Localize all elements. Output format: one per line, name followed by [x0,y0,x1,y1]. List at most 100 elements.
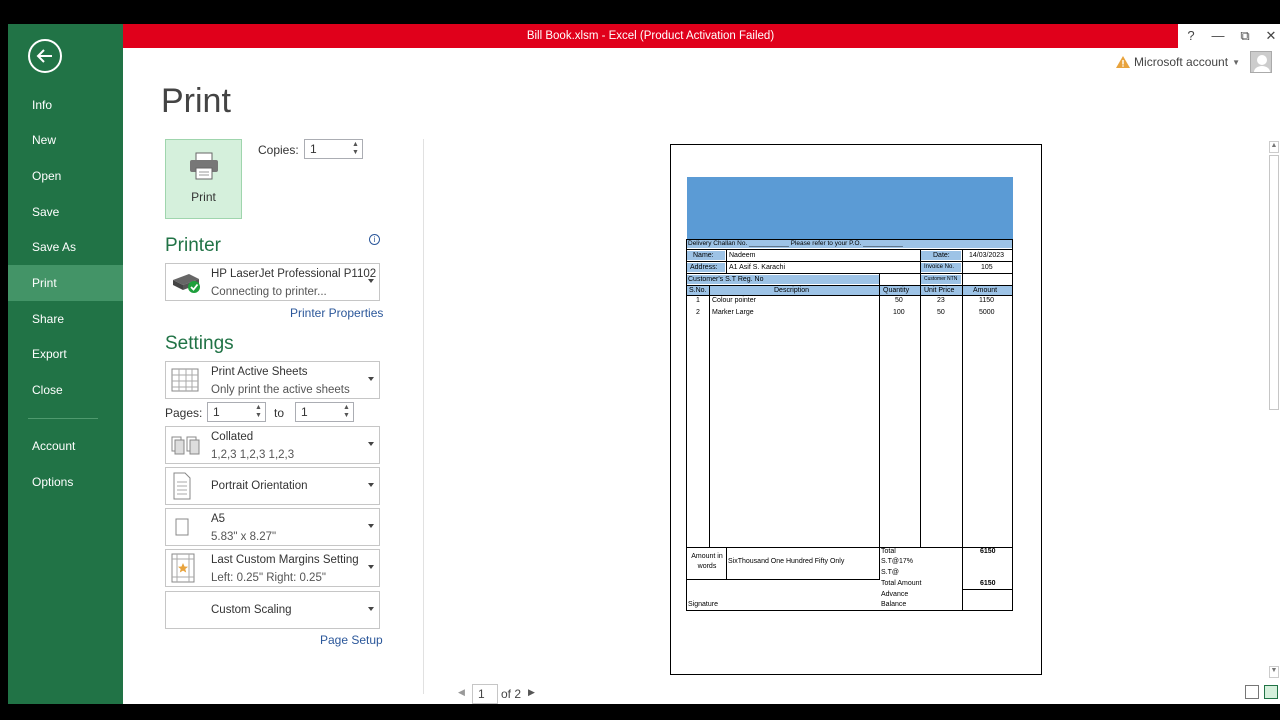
close-window-button[interactable]: ✕ [1259,24,1280,48]
sidebar-item-share[interactable]: Share [8,301,123,337]
copies-stepper[interactable]: 1 ▲ ▼ [304,139,363,159]
spin-down-icon[interactable]: ▼ [343,412,351,420]
invoice-border [686,579,880,580]
sidebar-item-print[interactable]: Print [8,265,123,301]
orientation-select[interactable]: Portrait Orientation [165,467,380,505]
page-total-label: of 2 [501,687,522,701]
avatar[interactable] [1250,51,1272,73]
sidebar-item-close[interactable]: Close [8,372,123,408]
page-setup-link[interactable]: Page Setup [320,633,383,647]
invoice-total-label: Total [881,548,896,555]
invoice-row-qty: 100 [893,309,905,316]
sidebar-item-export[interactable]: Export [8,336,123,372]
invoice-row-sno: 1 [696,297,700,304]
printer-status-icon [173,274,200,293]
pages-to-stepper[interactable]: 1 ▲ ▼ [295,402,354,422]
invoice-border [686,610,1013,611]
invoice-col-description: Description [774,287,810,294]
sidebar-item-account[interactable]: Account [8,428,123,464]
invoice-st-reg-label: Customer's S.T Reg. No [688,276,764,283]
print-button[interactable]: Print [165,139,242,219]
chevron-down-icon [368,524,374,528]
paper-size-sub: 5.83" x 8.27" [211,531,277,543]
invoice-border [920,249,921,285]
invoice-border [686,261,1013,262]
margins-sub: Left: 0.25" Right: 0.25" [211,572,326,584]
printer-select[interactable]: HP LaserJet Professional P1102 Connectin… [165,263,380,301]
spin-down-icon[interactable]: ▼ [352,149,360,157]
collation-select[interactable]: Collated 1,2,3 1,2,3 1,2,3 [165,426,380,464]
invoice-row-amount: 1150 [979,297,995,304]
pages-from-stepper[interactable]: 1 ▲ ▼ [207,402,266,422]
preview-scrollbar[interactable]: ▲ ▼ [1268,141,1280,678]
invoice-border [962,249,963,610]
print-preview-page: Delivery Challan No. ___________ Please … [670,144,1042,675]
zoom-to-page-icon[interactable] [1264,685,1278,699]
restore-button[interactable]: ⧉ [1233,24,1257,48]
printer-properties-link[interactable]: Printer Properties [290,306,383,320]
invoice-amount-words: SixThousand One Hundred Fifty Only [728,558,845,565]
spin-up-icon[interactable]: ▲ [352,141,360,149]
scroll-down-icon[interactable]: ▼ [1269,666,1279,678]
invoice-number-value: 105 [981,264,993,271]
chevron-down-icon [368,279,374,283]
collation-sub: 1,2,3 1,2,3 1,2,3 [211,449,295,461]
invoice-border [686,295,1013,296]
copies-label: Copies: [258,143,299,157]
sidebar-item-save-as[interactable]: Save As [8,229,123,265]
scroll-up-icon[interactable]: ▲ [1269,141,1279,153]
help-button[interactable]: ? [1179,24,1203,48]
sidebar-item-options[interactable]: Options [8,464,123,500]
info-icon[interactable]: i [369,234,380,245]
chevron-down-icon: ▼ [1232,57,1240,67]
chevron-down-icon [368,483,374,487]
invoice-row-amount: 5000 [979,309,995,316]
back-button[interactable] [28,39,62,73]
scaling-select[interactable]: Custom Scaling [165,591,380,629]
invoice-name-value: Nadeem [729,252,756,259]
next-page-icon[interactable]: ▶ [528,687,535,698]
invoice-balance-label: Balance [881,601,907,608]
pages-to-label: to [274,406,285,420]
invoice-col-unit-price: Unit Price [924,287,955,294]
spin-down-icon[interactable]: ▼ [255,412,263,420]
sidebar-item-new[interactable]: New [8,122,123,158]
invoice-st17-label: S.T@17% [881,558,914,565]
invoice-border [920,285,921,547]
sidebar-item-info[interactable]: Info [8,87,123,123]
page-number-input[interactable]: 1 [472,684,498,704]
spin-up-icon[interactable]: ▲ [343,404,351,412]
invoice-total-value: 6150 [980,548,996,555]
prev-page-icon[interactable]: ◀ [458,687,465,698]
invoice-column-header-band [687,286,1013,295]
print-what-select[interactable]: Print Active Sheets Only print the activ… [165,361,380,399]
scroll-thumb[interactable] [1269,155,1279,410]
invoice-border [963,589,1013,590]
invoice-row-price: 50 [937,309,945,316]
account-label: Microsoft account [1134,55,1229,69]
pages-from-value: 1 [213,405,220,419]
invoice-header-banner [687,177,1013,239]
page-title: Print [161,82,231,120]
account-menu[interactable]: Microsoft account ▼ [1116,50,1272,74]
invoice-total-amount-label: Total Amount [881,580,922,587]
minimize-button[interactable]: — [1206,24,1230,48]
print-what-title: Print Active Sheets [211,366,308,378]
invoice-border [686,285,1013,286]
pages-label: Pages: [165,406,203,420]
invoice-border [726,547,727,579]
sidebar-item-open[interactable]: Open [8,158,123,194]
backstage-sidebar: Info New Open Save Save As Print Share E… [8,24,123,704]
margins-select[interactable]: Last Custom Margins Setting Left: 0.25" … [165,549,380,587]
spin-up-icon[interactable]: ▲ [255,404,263,412]
invoice-amount-words-label: Amount in words [691,553,723,570]
paper-size-select[interactable]: A5 5.83" x 8.27" [165,508,380,546]
invoice-row-price: 23 [937,297,945,304]
invoice-border [709,285,710,547]
invoice-col-sno: S.No. [689,287,707,294]
show-margins-icon[interactable] [1245,685,1259,699]
pages-to-value: 1 [301,405,308,419]
sidebar-item-save[interactable]: Save [8,194,123,230]
invoice-border [726,249,727,273]
invoice-border [686,249,1013,250]
